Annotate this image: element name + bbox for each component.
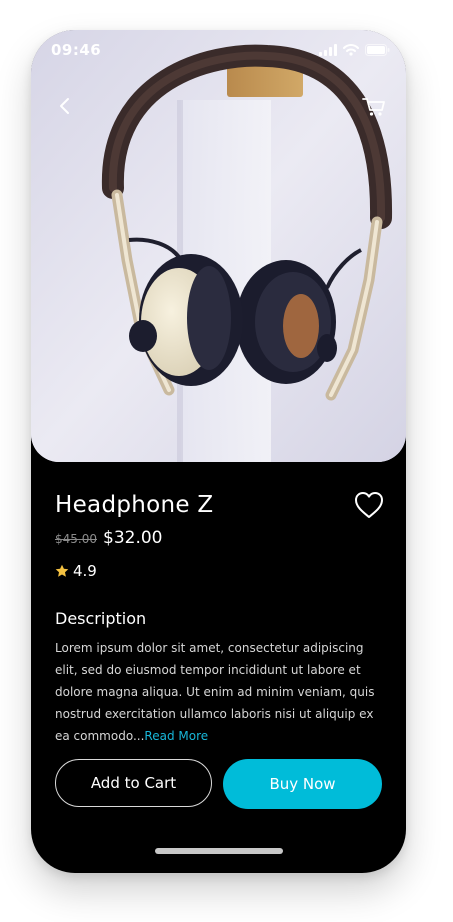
description-heading: Description <box>55 609 147 628</box>
signal-icon <box>319 44 337 56</box>
status-bar: 09:46 <box>31 30 406 70</box>
cart-button[interactable] <box>360 92 388 120</box>
current-price: $32.00 <box>103 528 163 548</box>
status-time: 09:46 <box>51 41 102 59</box>
cart-icon <box>362 98 385 116</box>
home-indicator <box>155 848 283 854</box>
battery-icon <box>365 44 390 56</box>
product-title: Headphone Z <box>55 492 214 518</box>
phone-screen: 09:46 Headphone Z $45.00 $32.00 4.9 Desc… <box>31 30 406 873</box>
back-button[interactable] <box>51 92 79 120</box>
status-icons <box>319 44 390 56</box>
rating-value: 4.9 <box>73 562 97 580</box>
read-more-link[interactable]: Read More <box>144 729 208 743</box>
heart-icon <box>355 492 383 518</box>
price-row: $45.00 $32.00 <box>55 528 162 548</box>
description-text: Lorem ipsum dolor sit amet, consectetur … <box>55 637 385 747</box>
chevron-left-icon <box>60 98 69 114</box>
star-icon <box>55 564 69 577</box>
rating: 4.9 <box>55 562 97 580</box>
headphones-photo <box>31 30 406 462</box>
product-image: 09:46 <box>31 30 406 462</box>
old-price: $45.00 <box>55 532 97 546</box>
add-to-cart-button[interactable]: Add to Cart <box>55 759 212 807</box>
description-body: Lorem ipsum dolor sit amet, consectetur … <box>55 641 375 743</box>
wishlist-button[interactable] <box>353 490 385 520</box>
wifi-icon <box>343 44 359 56</box>
buy-now-button[interactable]: Buy Now <box>223 759 382 809</box>
